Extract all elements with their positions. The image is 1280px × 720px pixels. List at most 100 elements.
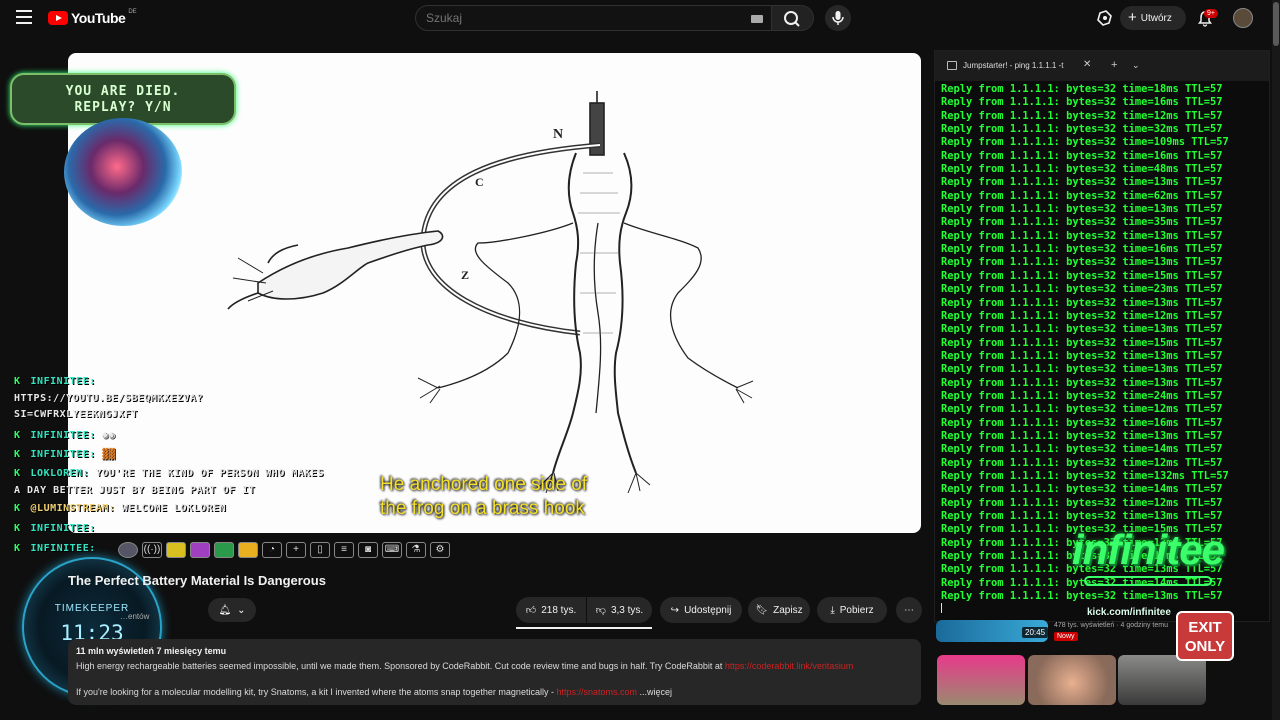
chat-line: HTTPS://YOUTU.BE/SBEQMKXEZVA? [14,393,203,404]
video-player[interactable]: N C Z He anchored one side of the frog o… [68,53,921,533]
kick-icon: K [14,503,21,514]
like-button[interactable]: 👍︎ 218 tys. [516,597,586,623]
emote-icon[interactable] [238,542,258,558]
terminal-tab-title: Jumpstarter! - ping 1.1.1.1 -t [963,61,1064,70]
chevron-down-icon[interactable]: ⌄ [1132,60,1140,71]
shorts-thumbnail[interactable] [1118,655,1206,705]
show-more-link[interactable]: ...więcej [640,687,673,697]
kick-icon: K [14,449,21,460]
new-badge: Nowy [1054,632,1078,641]
page-scrollbar[interactable] [1272,0,1280,720]
terminal-line: Reply from 1.1.1.1: bytes=32 time=32ms T… [941,123,1223,136]
save-button[interactable]: 🔖︎ Zapisz [748,597,810,623]
avatar-icon[interactable] [118,542,138,558]
terminal-line: Reply from 1.1.1.1: bytes=32 time=12ms T… [941,496,1223,509]
chat-line: SI=CWFRXLYEEKNGJXFT [14,409,138,420]
download-icon: ⤓ [830,604,835,616]
gear-icon[interactable]: ⚙ [430,542,450,558]
subscribe-bell-button[interactable]: 🔔︎ ⌄ [208,598,256,622]
chat-line: K INFINITEE: [14,376,96,387]
terminal-line: Reply from 1.1.1.1: bytes=32 time=13ms T… [941,256,1223,269]
terminal-line: Reply from 1.1.1.1: bytes=32 time=12ms T… [941,403,1223,416]
terminal-line: Reply from 1.1.1.1: bytes=32 time=13ms T… [941,349,1223,362]
mic-icon [832,11,844,25]
description-line-1: High energy rechargeable batteries seeme… [76,661,854,671]
subscriber-count: …entów [120,612,150,621]
dislike-count: 3,3 tys. [610,604,644,616]
subtitle-line-1: He anchored one side of [380,474,588,495]
download-button[interactable]: ⤓ Pobierz [817,597,887,623]
snatoms-link[interactable]: https://snatoms.com [556,687,637,697]
chat-user: @LUMINSTREAM: [30,503,116,514]
camera-icon[interactable]: ◙ [358,542,378,558]
terminal-tab[interactable]: Jumpstarter! - ping 1.1.1.1 -t ✕ + ⌄ [935,51,1269,81]
broadcast-icon[interactable]: ((·)) [142,542,162,558]
create-button[interactable]: + Utwórz [1120,6,1186,30]
studio-icon[interactable] [1097,10,1113,26]
notification-badge: 9+ [1204,9,1218,18]
video-title: The Perfect Battery Material Is Dangerou… [68,573,326,588]
top-bar: YouTube DE + Utwórz 9+ [0,0,1280,38]
terminal-line: Reply from 1.1.1.1: bytes=32 time=23ms T… [941,283,1223,296]
video-subtitle: He anchored one side of the frog on a br… [380,473,587,521]
emote-icon[interactable] [214,542,234,558]
chat-user: INFINITEE: [30,449,96,460]
terminal-line: Reply from 1.1.1.1: bytes=32 time=35ms T… [941,216,1223,229]
close-tab-icon[interactable]: ✕ [1083,59,1091,70]
terminal-line: Reply from 1.1.1.1: bytes=32 time=15ms T… [941,336,1223,349]
terminal-line: Reply from 1.1.1.1: bytes=32 time=14ms T… [941,443,1223,456]
flask-icon[interactable]: ⚗ [406,542,426,558]
youtube-play-icon [48,11,68,25]
kick-icon: K [14,430,21,441]
search-box[interactable] [415,5,772,31]
avatar[interactable] [1233,8,1253,28]
gauge-icon[interactable]: ◔ [262,542,282,558]
download-label: Pobierz [839,604,874,616]
chat-line: K INFINITEE: [14,543,96,554]
dislike-button[interactable]: 👎︎ 3,3 tys. [587,597,652,623]
bell-icon: 🔔︎ [218,604,232,616]
emote-icon[interactable] [190,542,210,558]
more-actions-button[interactable]: ⋯ [896,597,922,623]
diagram-label-c: C [475,175,484,189]
terminal-line: Reply from 1.1.1.1: bytes=32 time=15ms T… [941,269,1223,282]
terminal-line: Reply from 1.1.1.1: bytes=32 time=16ms T… [941,243,1223,256]
shorts-thumbnail[interactable] [937,655,1025,705]
terminal-cursor [941,603,942,613]
exit-line-2: ONLY [1184,638,1226,655]
split-icon[interactable]: ▯ [310,542,330,558]
emote-icon: ▓▓ [95,449,116,460]
search-input[interactable] [426,11,726,25]
like-count: 218 tys. [541,604,577,616]
layout-icon[interactable]: ≡ [334,542,354,558]
menu-icon[interactable] [16,10,32,24]
keyboard-icon[interactable]: ⌨ [382,542,402,558]
new-tab-icon[interactable]: + [1111,59,1117,71]
video-description[interactable]: 11 mln wyświetleń 7 miesięcy temu High e… [68,639,921,705]
terminal-line: Reply from 1.1.1.1: bytes=32 time=13ms T… [941,296,1223,309]
chat-user: INFINITEE: [30,430,96,441]
kick-icon: K [14,543,21,554]
voice-search-button[interactable] [825,5,851,31]
add-icon[interactable]: + [286,542,306,558]
terminal-line: Reply from 1.1.1.1: bytes=32 time=13ms T… [941,176,1223,189]
youtube-logo[interactable]: YouTube DE [48,9,137,26]
search-button[interactable] [772,5,814,31]
shorts-thumbnail[interactable] [1028,655,1116,705]
like-indicator [516,627,652,629]
logo-text: YouTube [71,10,126,26]
share-button[interactable]: ↪ Udostępnij [660,597,742,623]
chat-message: WELCOME LOKLOREN [121,503,227,514]
emote-icon[interactable] [166,542,186,558]
emote-icon: ◉◉ [95,430,116,441]
diagram-label-z: Z [461,268,469,282]
kick-icon: K [14,376,21,387]
keyboard-icon[interactable] [751,15,763,23]
terminal-line: Reply from 1.1.1.1: bytes=32 time=48ms T… [941,163,1223,176]
infinitee-logo: infinitee [1072,526,1225,573]
coderabbit-link[interactable]: https://coderabbit.link/veritasium [725,661,854,671]
scrollbar-thumb[interactable] [1273,2,1279,46]
tool-icons-row: ((·)) ◔ + ▯ ≡ ◙ ⌨ ⚗ ⚙ [118,540,450,560]
chat-message: A DAY BETTER JUST BY BEING PART OF IT [14,485,256,496]
video-duration: 20:45 [1022,627,1049,638]
